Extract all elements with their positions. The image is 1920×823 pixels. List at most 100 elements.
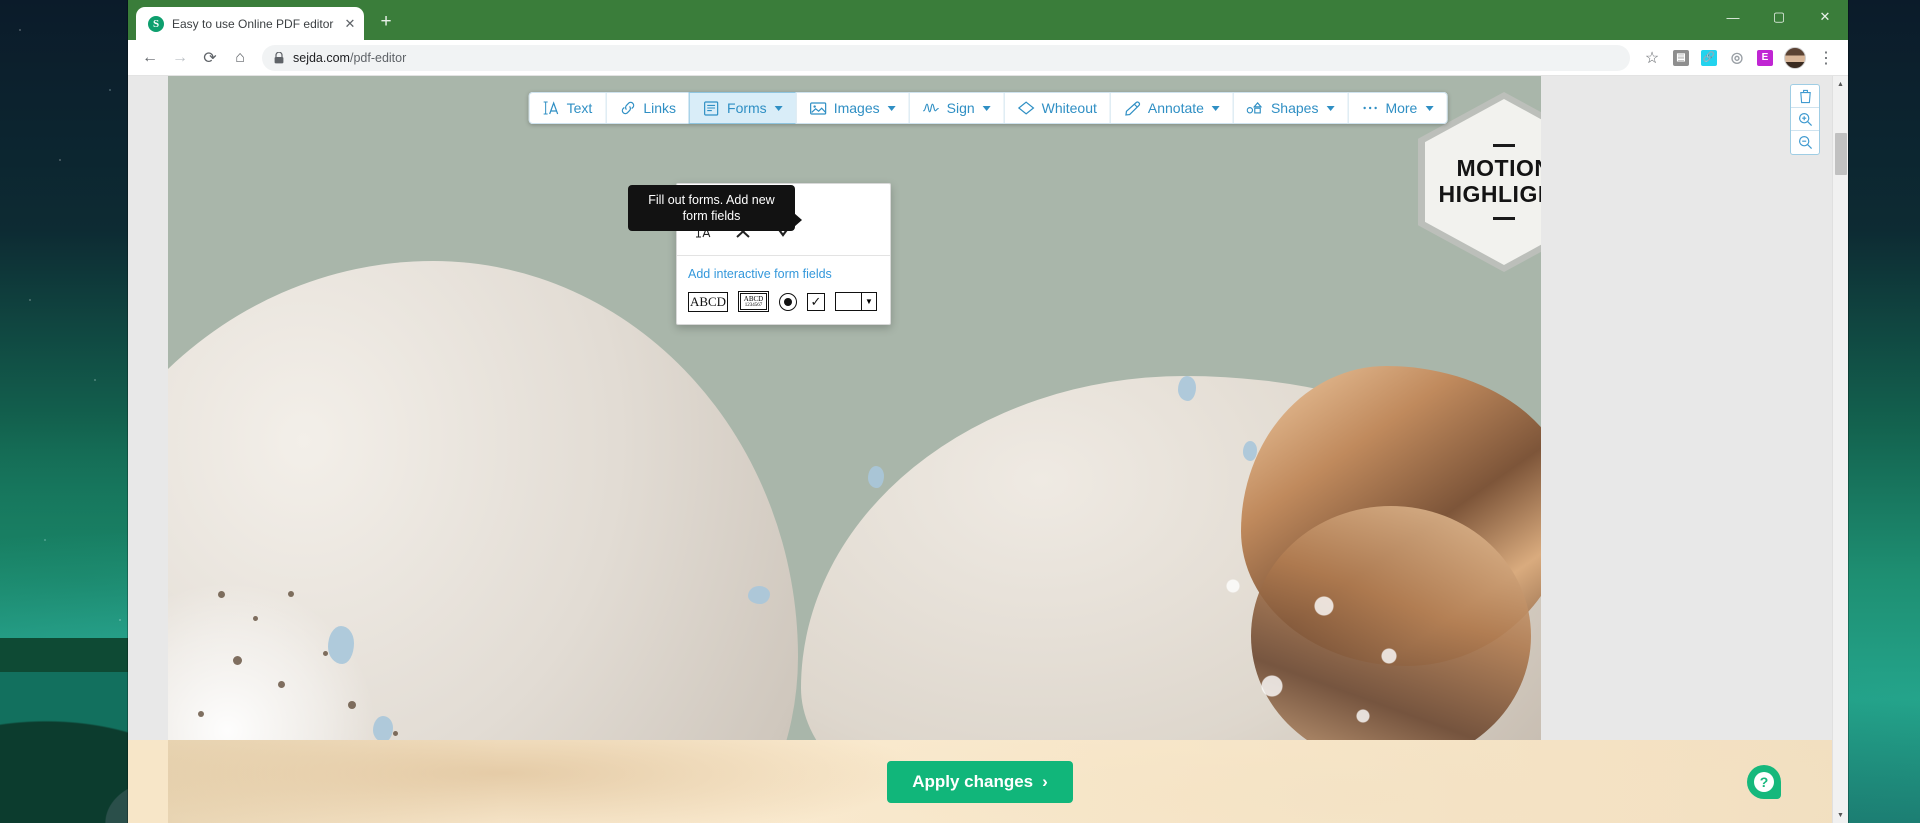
lock-icon bbox=[274, 51, 284, 63]
blue-dot bbox=[748, 586, 770, 604]
form-field-radio-button[interactable] bbox=[779, 292, 797, 311]
help-button[interactable]: ? bbox=[1747, 765, 1781, 799]
toolbar-label-shapes: Shapes bbox=[1270, 100, 1319, 116]
address-bar[interactable]: sejda.com/pdf-editor bbox=[262, 44, 1630, 71]
target-extension-icon[interactable]: ◎ bbox=[1724, 45, 1750, 71]
back-icon[interactable]: ← bbox=[136, 44, 164, 72]
toolbar-button-more[interactable]: More bbox=[1347, 92, 1448, 124]
shapes-icon bbox=[1246, 100, 1264, 116]
form-field-text-button[interactable]: ABCD bbox=[688, 291, 728, 312]
highlighter-icon bbox=[1124, 100, 1141, 116]
toolbar-button-sign[interactable]: Sign bbox=[908, 92, 1004, 124]
signature-icon bbox=[922, 100, 940, 116]
reload-icon[interactable]: ⟳ bbox=[196, 44, 224, 72]
link-extension-icon[interactable]: 🔗 bbox=[1696, 45, 1722, 71]
bookmark-star-icon[interactable]: ☆ bbox=[1638, 44, 1666, 72]
forward-icon[interactable]: → bbox=[166, 44, 194, 72]
browser-tab[interactable]: S Easy to use Online PDF editor ✕ bbox=[136, 7, 364, 40]
pdf-editor-page: MOTIONHIGHLIGHT Text Links bbox=[128, 76, 1848, 823]
magnifier-minus-icon bbox=[1798, 135, 1812, 150]
toolbar-label-sign: Sign bbox=[946, 100, 975, 116]
window-controls: — ▢ ✕ bbox=[1710, 0, 1848, 34]
page-tools-rail bbox=[1790, 84, 1820, 155]
url-path: /pdf-editor bbox=[349, 50, 407, 65]
badge-line-1: MOTION bbox=[1456, 155, 1542, 182]
new-tab-button[interactable]: + bbox=[373, 10, 399, 36]
blue-dot bbox=[868, 466, 884, 488]
image-icon bbox=[810, 100, 827, 116]
toolbar-button-text[interactable]: Text bbox=[528, 92, 606, 124]
toolbar-button-images[interactable]: Images bbox=[795, 92, 909, 124]
toolbar-label-links: Links bbox=[643, 100, 677, 116]
toolbar-button-annotate[interactable]: Annotate bbox=[1109, 92, 1233, 124]
chevron-down-icon bbox=[1211, 105, 1220, 111]
chevron-down-icon bbox=[1425, 105, 1434, 111]
url-domain: sejda.com bbox=[293, 50, 350, 65]
editor-toolbar: Text Links Forms Images Sign Whiteout An… bbox=[528, 92, 1448, 124]
toolbar-button-whiteout[interactable]: Whiteout bbox=[1003, 92, 1110, 124]
pdf-document-canvas[interactable]: MOTIONHIGHLIGHT bbox=[168, 76, 1541, 740]
forms-icon bbox=[703, 100, 720, 116]
zoom-out-button[interactable] bbox=[1791, 131, 1819, 154]
zoom-in-button[interactable] bbox=[1791, 108, 1819, 131]
toolbar-label-forms: Forms bbox=[727, 100, 767, 116]
toolbar-button-forms[interactable]: Forms bbox=[689, 92, 796, 124]
toolbar-label-text: Text bbox=[566, 100, 593, 116]
minimize-icon[interactable]: — bbox=[1710, 0, 1756, 34]
browser-tabstrip: S Easy to use Online PDF editor ✕ + — ▢ … bbox=[128, 0, 1848, 40]
sejda-favicon-icon: S bbox=[148, 15, 164, 32]
evernote-extension-icon[interactable]: E bbox=[1752, 45, 1778, 71]
home-icon[interactable]: ⌂ bbox=[226, 44, 254, 72]
chevron-right-icon: › bbox=[1042, 771, 1048, 791]
apply-changes-label: Apply changes bbox=[912, 771, 1034, 791]
document-photo-crackle-texture bbox=[1181, 546, 1441, 740]
form-field-multiline-button[interactable]: ABCD 1234567 bbox=[738, 291, 769, 312]
badge-title: MOTIONHIGHLIGHT bbox=[1438, 155, 1542, 208]
maximize-icon[interactable]: ▢ bbox=[1756, 0, 1802, 34]
tab-title: Easy to use Online PDF editor bbox=[172, 16, 334, 31]
footer-left-strip bbox=[128, 740, 168, 823]
blue-dot bbox=[1178, 376, 1196, 401]
multiline-label: ABCD bbox=[743, 294, 764, 303]
toolbar-button-shapes[interactable]: Shapes bbox=[1232, 92, 1348, 124]
add-fields-section: Add interactive form fields ABCD ABCD 12… bbox=[677, 256, 890, 324]
scroll-down-arrow[interactable]: ▼ bbox=[1833, 807, 1848, 823]
form-field-dropdown-button[interactable]: ▼ bbox=[835, 292, 877, 311]
window-close-icon[interactable]: ✕ bbox=[1802, 0, 1848, 34]
badge-line-2: HIGHLIGHT bbox=[1438, 181, 1542, 207]
blue-dot bbox=[1243, 441, 1257, 461]
apply-changes-button[interactable]: Apply changes › bbox=[887, 760, 1073, 803]
text-icon bbox=[543, 100, 560, 116]
link-icon bbox=[619, 100, 636, 116]
add-fields-title: Add interactive form fields bbox=[688, 267, 832, 281]
toolbar-label-annotate: Annotate bbox=[1147, 100, 1204, 116]
ellipsis-icon bbox=[1361, 100, 1378, 116]
scrollbar-thumb[interactable] bbox=[1835, 133, 1847, 175]
badge-bottom-dash bbox=[1493, 216, 1515, 220]
forms-tooltip: Fill out forms. Add new form fields bbox=[628, 185, 802, 231]
trash-icon bbox=[1799, 89, 1811, 103]
reading-list-extension-icon[interactable]: ▤ bbox=[1668, 45, 1694, 71]
scroll-up-arrow[interactable]: ▲ bbox=[1833, 76, 1848, 92]
radio-dot-icon bbox=[784, 297, 792, 306]
toolbar-button-links[interactable]: Links bbox=[605, 92, 690, 124]
question-mark-icon: ? bbox=[1754, 772, 1774, 792]
url-text: sejda.com/pdf-editor bbox=[293, 51, 406, 65]
multiline-sublabel: 1234567 bbox=[744, 302, 763, 308]
chrome-menu-icon[interactable]: ⋮ bbox=[1812, 44, 1840, 72]
page-scrollbar[interactable]: ▲ ▼ bbox=[1832, 76, 1848, 823]
delete-page-button[interactable] bbox=[1791, 85, 1819, 108]
add-fields-row: ABCD ABCD 1234567 ✓ ▼ bbox=[688, 291, 879, 312]
chevron-down-icon bbox=[1326, 105, 1335, 111]
chevron-down-icon bbox=[982, 105, 991, 111]
browser-navbar: ← → ⟳ ⌂ sejda.com/pdf-editor ☆ ▤ 🔗 ◎ E ⋮ bbox=[128, 40, 1848, 76]
form-field-checkbox-button[interactable]: ✓ bbox=[807, 292, 825, 311]
toolbar-label-images: Images bbox=[833, 100, 880, 116]
badge-top-dash bbox=[1493, 144, 1515, 148]
avatar[interactable] bbox=[1784, 46, 1806, 69]
chevron-down-icon bbox=[774, 105, 783, 111]
dropdown-caret-icon: ▼ bbox=[861, 293, 876, 310]
editor-footer: Apply changes › bbox=[128, 740, 1832, 823]
close-icon[interactable]: ✕ bbox=[342, 16, 358, 32]
magnifier-plus-icon bbox=[1798, 112, 1812, 126]
